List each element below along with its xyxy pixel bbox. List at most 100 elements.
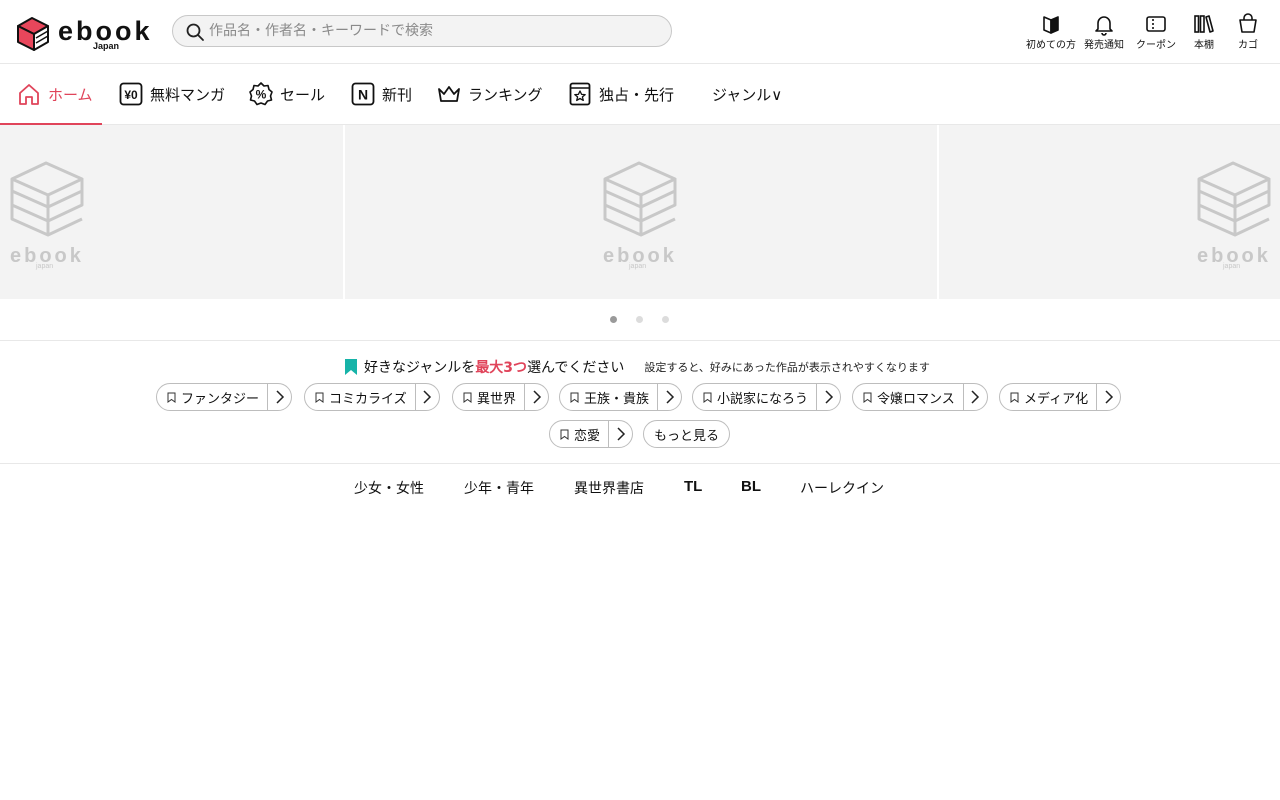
category-link-shonen[interactable]: 少年・青年 xyxy=(464,478,534,498)
search-input[interactable] xyxy=(209,20,659,42)
genre-chip-arrow[interactable] xyxy=(816,384,840,410)
genre-chip-toggle[interactable]: 王族・貴族 xyxy=(560,384,657,410)
ebook-logo[interactable]: ebook Japan xyxy=(14,14,154,54)
banner-slide[interactable]: ebook japan xyxy=(345,125,937,299)
header-coupon-link[interactable]: クーポン xyxy=(1134,12,1178,56)
genre-prompt-highlight: 最大3つ xyxy=(475,360,528,376)
tab-genre-dropdown[interactable]: ジャンル∨ xyxy=(712,64,782,124)
genre-chip-toggle[interactable]: 小説家になろう xyxy=(693,384,816,410)
genre-chip-label: メディア化 xyxy=(1024,391,1089,407)
genre-chip-toggle[interactable]: 異世界 xyxy=(453,384,524,410)
carousel-dot-1[interactable] xyxy=(610,316,617,323)
beginner-mark-icon xyxy=(1043,16,1059,34)
genre-chip: 小説家になろう xyxy=(692,383,842,411)
svg-text:%: % xyxy=(256,88,267,102)
genre-chip-label: コミカライズ xyxy=(329,391,407,407)
genre-chip-arrow[interactable] xyxy=(657,384,681,410)
tab-home[interactable]: ホーム xyxy=(0,64,102,125)
logo-subtitle: Japan xyxy=(93,41,120,51)
header-release-notice-label: 発売通知 xyxy=(1084,40,1124,51)
tab-home-label: ホーム xyxy=(48,85,93,104)
genre-chip-arrow[interactable] xyxy=(414,384,439,410)
site-header: ebook Japan 初めての方 発売通知 クーポン xyxy=(0,0,1280,64)
banner-slide[interactable]: ebook japan xyxy=(0,125,343,299)
genre-chip-label: ファンタジー xyxy=(181,391,260,407)
category-link-bl[interactable]: BL xyxy=(741,478,761,495)
new-n-icon: N xyxy=(351,82,375,106)
category-link-shojo[interactable]: 少女・女性 xyxy=(354,478,424,498)
chevron-right-icon xyxy=(532,390,541,404)
genre-chip-label: 異世界 xyxy=(477,391,517,407)
chevron-right-icon xyxy=(971,390,980,404)
banner-placeholder-sub: japan xyxy=(1223,263,1241,270)
genre-more-button[interactable]: もっと見る xyxy=(643,420,731,448)
carousel-dot-3[interactable] xyxy=(662,316,669,323)
tab-free-manga-label: 無料マンガ xyxy=(150,85,226,104)
tab-ranking[interactable]: ランキング xyxy=(436,64,543,124)
search-icon[interactable] xyxy=(185,22,205,42)
bookmark-outline-icon xyxy=(863,392,872,403)
bookmark-outline-icon xyxy=(167,392,176,403)
book-stack-logo-icon xyxy=(17,17,49,51)
genre-chip-toggle[interactable]: 恋愛 xyxy=(550,421,608,447)
tab-free-manga[interactable]: ¥0 無料マンガ xyxy=(118,64,225,124)
percent-badge-icon: % xyxy=(249,82,273,106)
genre-chip-arrow[interactable] xyxy=(267,384,291,410)
genre-prompt-trail: 選んでください xyxy=(527,360,625,376)
header-release-notice-link[interactable]: 発売通知 xyxy=(1082,12,1126,56)
genre-chip-arrow[interactable] xyxy=(962,384,987,410)
category-link-harlequin[interactable]: ハーレクイン xyxy=(800,478,884,498)
banner-slide[interactable]: ebook japan xyxy=(939,125,1280,299)
chevron-right-icon xyxy=(824,390,833,404)
header-beginner-link[interactable]: 初めての方 xyxy=(1024,12,1078,56)
tab-sale[interactable]: % セール xyxy=(248,64,325,124)
header-bookshelf-link[interactable]: 本棚 xyxy=(1186,12,1222,56)
header-cart-link[interactable]: カゴ xyxy=(1232,12,1264,56)
category-link-isekai-shoten[interactable]: 異世界書店 xyxy=(574,478,644,498)
search-box xyxy=(172,15,672,47)
category-link-tl[interactable]: TL xyxy=(684,478,702,495)
banner-placeholder-sub: japan xyxy=(629,263,647,270)
tab-sale-label: セール xyxy=(280,85,326,104)
cart-icon xyxy=(1239,13,1257,33)
bookmark-outline-icon xyxy=(703,392,712,403)
svg-text:N: N xyxy=(358,87,368,103)
genre-chip: 王族・貴族 xyxy=(559,383,683,411)
bookmark-icon xyxy=(345,359,357,375)
chevron-right-icon xyxy=(1105,390,1113,404)
banner-carousel: ebook japan ebook japan ebook japan xyxy=(0,125,1280,299)
genre-chip: 異世界 xyxy=(452,383,550,411)
main-nav: ホーム ¥0 無料マンガ % セール N 新刊 ランキング 独占・先行 ジャンル… xyxy=(0,64,1280,125)
genre-chip-arrow[interactable] xyxy=(608,421,632,447)
tab-exclusive[interactable]: 独占・先行 xyxy=(567,64,674,124)
genre-chip-toggle[interactable]: コミカライズ xyxy=(305,384,415,410)
tab-ranking-label: ランキング xyxy=(468,85,543,104)
genre-chip-toggle[interactable]: ファンタジー xyxy=(157,384,267,410)
star-book-icon xyxy=(569,82,591,106)
genre-chip: メディア化 xyxy=(999,383,1122,411)
carousel-dot-2[interactable] xyxy=(636,316,643,323)
chevron-right-icon xyxy=(275,390,284,404)
bookmark-outline-icon xyxy=(315,392,324,403)
genre-chip: 恋愛 xyxy=(549,420,634,448)
yen-zero-icon: ¥0 xyxy=(119,82,143,106)
genre-chip-arrow[interactable] xyxy=(524,384,548,410)
genre-chip: ファンタジー xyxy=(156,383,293,411)
home-icon xyxy=(19,84,39,105)
tab-new-releases[interactable]: N 新刊 xyxy=(350,64,412,124)
genre-chip-toggle[interactable]: メディア化 xyxy=(1000,384,1096,410)
bell-icon xyxy=(1095,16,1113,36)
bookshelf-icon xyxy=(1194,15,1214,33)
bookmark-outline-icon xyxy=(1010,392,1019,403)
chevron-right-icon xyxy=(616,427,625,441)
tab-new-releases-label: 新刊 xyxy=(382,85,413,104)
header-bookshelf-label: 本棚 xyxy=(1194,40,1214,51)
genre-chip-toggle[interactable]: 令嬢ロマンス xyxy=(853,384,963,410)
chevron-right-icon xyxy=(665,390,674,404)
genre-chip-arrow[interactable] xyxy=(1096,384,1120,410)
header-cart-label: カゴ xyxy=(1238,40,1258,51)
coupon-icon xyxy=(1146,16,1166,32)
carousel-pagination xyxy=(0,312,1280,328)
genre-chip-label: 恋愛 xyxy=(574,428,601,444)
svg-text:¥0: ¥0 xyxy=(124,88,138,102)
